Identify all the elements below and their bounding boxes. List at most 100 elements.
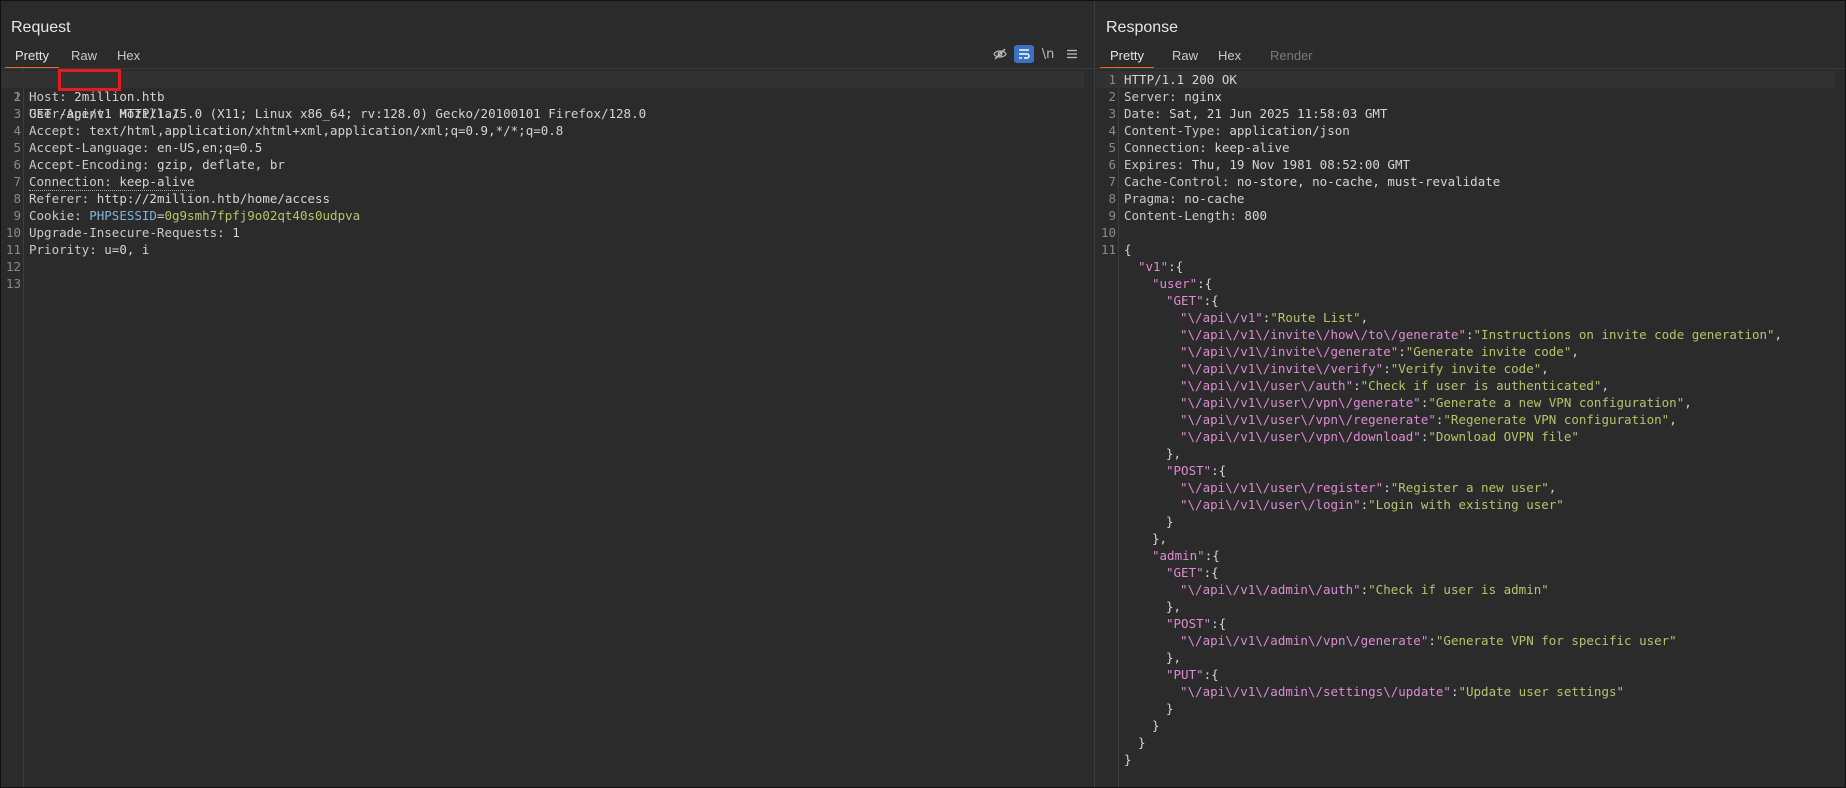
- json-value: "Route List": [1270, 310, 1361, 325]
- tab-response-hex[interactable]: Hex: [1208, 46, 1251, 67]
- header-value: gzip, deflate, br: [156, 157, 285, 172]
- line-number: 2: [1108, 89, 1116, 104]
- header-value: keep-alive: [119, 174, 195, 189]
- header-value: application/json: [1229, 123, 1350, 138]
- header-name: Content-Type:: [1124, 123, 1222, 138]
- json-line: "PUT":{: [1096, 666, 1835, 683]
- request-code[interactable]: 1 GET /api/v1 HTTP/1.1 2 Host: 2million.h…: [1, 71, 1084, 292]
- wrap-icon[interactable]: [1014, 45, 1034, 63]
- json-punctuation: :{: [1203, 293, 1219, 308]
- json-key: "\/api\/v1\/admin\/vpn\/generate": [1180, 633, 1429, 648]
- json-line: "\/api\/v1\/user\/register":"Register a …: [1180, 480, 1557, 495]
- header-value: Thu, 19 Nov 1981 08:52:00 GMT: [1191, 157, 1410, 172]
- request-toolbar: \n: [990, 45, 1086, 65]
- json-punctuation: ,: [1548, 480, 1557, 495]
- tab-response-pretty[interactable]: Pretty: [1100, 46, 1154, 69]
- line-number: 7: [13, 174, 21, 189]
- json-line: "\/api\/v1\/invite\/generate":"Generate …: [1180, 344, 1579, 359]
- json-punctuation: ,: [1541, 361, 1549, 376]
- json-punctuation: :{: [1204, 548, 1220, 563]
- json-punctuation: }: [1152, 718, 1160, 733]
- header-name: Accept-Encoding:: [29, 157, 150, 172]
- header-name: Server:: [1124, 89, 1177, 104]
- request-line: 9 Cookie: PHPSESSID=0g9smh7fpfj9o02qt40s0…: [1, 207, 1084, 224]
- line-number: 8: [1108, 191, 1116, 206]
- header-name: Host:: [29, 89, 67, 104]
- json-line: "\/api\/v1\/user\/vpn\/download":"Downlo…: [1180, 429, 1579, 444]
- json-line: },: [1096, 598, 1835, 615]
- json-punctuation: :{: [1197, 276, 1213, 291]
- request-editor[interactable]: 1 GET /api/v1 HTTP/1.1 2 Host: 2million.h…: [1, 69, 1094, 787]
- json-brace: {: [1124, 242, 1132, 257]
- header-value: 2million.htb: [74, 89, 165, 104]
- json-value: "Instructions on invite code generation": [1473, 327, 1775, 342]
- json-key: "GET": [1166, 293, 1204, 308]
- request-line: 7 Connection: keep-alive: [1, 173, 1084, 191]
- json-key: "\/api\/v1\/invite\/how\/to\/generate": [1180, 327, 1466, 342]
- cookie-name: PHPSESSID: [89, 208, 157, 223]
- line-number: 2: [13, 89, 21, 104]
- json-line: }: [1096, 717, 1835, 734]
- json-value: "Check if user is admin": [1368, 582, 1549, 597]
- header-value: http://2million.htb/home/access: [96, 191, 331, 206]
- header-value: 800: [1244, 208, 1267, 223]
- menu-icon[interactable]: [1062, 45, 1082, 63]
- json-line: "\/api\/v1\/user\/vpn\/regenerate":"Rege…: [1180, 412, 1677, 427]
- json-key: "POST": [1166, 463, 1212, 478]
- response-code[interactable]: 1 HTTP/1.1 200 OK 2 Server: nginx 3 Date: S…: [1096, 71, 1835, 768]
- header-value: Sat, 21 Jun 2025 11:58:03 GMT: [1169, 106, 1388, 121]
- header-name: Pragma:: [1124, 191, 1177, 206]
- header-value: text/html,application/xhtml+xml,applicat…: [89, 123, 564, 138]
- line-number: 8: [13, 191, 21, 206]
- header-value: nginx: [1184, 89, 1222, 104]
- response-line: 9 Content-Length: 800: [1096, 207, 1835, 224]
- line-number: 12: [5, 259, 21, 274]
- json-line: "\/api\/v1\/admin\/settings\/update":"Up…: [1180, 684, 1625, 699]
- header-name: Referer:: [29, 191, 90, 206]
- json-key: "GET": [1166, 565, 1204, 580]
- request-line: 6 Accept-Encoding: gzip, deflate, br: [1, 156, 1084, 173]
- eye-off-icon[interactable]: [990, 45, 1010, 63]
- json-punctuation: },: [1166, 599, 1182, 614]
- header-name: Date:: [1124, 106, 1162, 121]
- response-editor[interactable]: 1 HTTP/1.1 200 OK 2 Server: nginx 3 Date: S…: [1096, 69, 1845, 787]
- response-line: 5 Connection: keep-alive: [1096, 139, 1835, 156]
- header-name: Connection:: [1124, 140, 1207, 155]
- json-value: "Update user settings": [1458, 684, 1625, 699]
- json-line: "\/api\/v1\/invite\/how\/to\/generate":"…: [1180, 327, 1783, 342]
- json-line: }: [1096, 751, 1835, 768]
- json-line: "POST":{: [1096, 462, 1835, 479]
- json-punctuation: }: [1124, 752, 1132, 767]
- json-value: "Download OVPN file": [1428, 429, 1579, 444]
- newline-icon[interactable]: \n: [1038, 45, 1058, 63]
- line-number: 7: [1108, 174, 1116, 189]
- tab-response-raw[interactable]: Raw: [1162, 46, 1208, 67]
- header-name: Accept:: [29, 123, 82, 138]
- tab-response-render[interactable]: Render: [1260, 46, 1323, 67]
- request-line: 4 Accept: text/html,application/xhtml+xml…: [1, 122, 1084, 139]
- line-number: 11: [1100, 242, 1116, 257]
- header-name: Cache-Control:: [1124, 174, 1230, 189]
- tab-request-raw[interactable]: Raw: [61, 46, 107, 67]
- line-number: 3: [13, 106, 21, 121]
- json-line: }: [1096, 734, 1835, 751]
- line-number: 3: [1108, 106, 1116, 121]
- request-line: 8 Referer: http://2million.htb/home/acces…: [1, 190, 1084, 207]
- json-punctuation: :{: [1211, 463, 1227, 478]
- json-line: "\/api\/v1\/user\/auth":"Check if user i…: [1180, 378, 1609, 393]
- header-value: u=0, i: [104, 242, 150, 257]
- header-value: Mozilla/5.0 (X11; Linux x86_64; rv:128.0…: [119, 106, 647, 121]
- tab-request-hex[interactable]: Hex: [107, 46, 150, 67]
- json-line: "POST":{: [1096, 615, 1835, 632]
- header-name: Connection:: [29, 174, 112, 189]
- tab-request-pretty[interactable]: Pretty: [5, 46, 59, 69]
- response-line: 1 HTTP/1.1 200 OK: [1096, 71, 1835, 88]
- line-number: 5: [13, 140, 21, 155]
- line-number: 6: [13, 157, 21, 172]
- header-name: Accept-Language:: [29, 140, 150, 155]
- line-number: 13: [5, 276, 21, 291]
- json-body: "v1":{"user":{"GET":{"\/api\/v1":"Route …: [1096, 258, 1835, 768]
- json-punctuation: ,: [1774, 327, 1783, 342]
- json-key: "\/api\/v1\/invite\/verify": [1180, 361, 1384, 376]
- json-punctuation: :{: [1211, 616, 1227, 631]
